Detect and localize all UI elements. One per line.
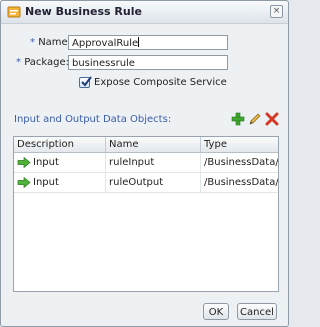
pencil-icon[interactable] — [248, 112, 262, 126]
description-cell: Input — [14, 173, 106, 192]
description-value: Input — [33, 157, 59, 168]
package-label-text: Package: — [24, 57, 70, 68]
x-icon[interactable] — [265, 112, 279, 126]
required-marker: * — [30, 37, 35, 48]
description-value: Input — [33, 177, 59, 188]
type-cell: /BusinessData/Ru — [204, 157, 278, 168]
input-arrow-icon — [17, 157, 31, 168]
cancel-button[interactable]: Cancel — [237, 303, 277, 320]
required-marker: * — [16, 57, 21, 68]
input-arrow-icon — [17, 177, 31, 188]
dialog-title: New Business Rule — [25, 5, 142, 18]
checkmark-icon — [81, 76, 92, 87]
name-input[interactable]: ApprovalRule — [68, 35, 228, 50]
dialog-titlebar[interactable]: New Business Rule × — [1, 1, 288, 24]
package-input[interactable]: businessrule — [68, 55, 228, 70]
name-input-value: ApprovalRule — [72, 38, 139, 49]
table-row[interactable]: Input ruleOutput /BusinessData/Ru — [14, 173, 278, 193]
package-input-value: businessrule — [72, 58, 135, 69]
name-label: * Name: — [30, 37, 71, 48]
ok-button[interactable]: OK — [203, 303, 229, 320]
data-objects-section-label: Input and Output Data Objects: — [14, 114, 172, 125]
data-objects-table: Description Name Type Input ruleInput /B… — [13, 136, 279, 292]
expose-composite-checkbox[interactable] — [79, 76, 92, 88]
name-cell: ruleOutput — [106, 173, 201, 192]
package-label: * Package: — [16, 57, 69, 68]
name-cell: ruleInput — [106, 153, 201, 172]
description-cell: Input — [14, 153, 106, 172]
text-cursor — [138, 37, 140, 47]
close-button[interactable]: × — [270, 5, 283, 18]
column-header-description[interactable]: Description — [14, 137, 106, 152]
column-header-type[interactable]: Type — [201, 137, 278, 152]
name-label-text: Name: — [38, 37, 72, 48]
rule-icon — [7, 5, 21, 19]
type-cell: /BusinessData/Ru — [204, 177, 278, 188]
new-business-rule-dialog: New Business Rule × * Name: ApprovalRule… — [0, 0, 289, 327]
column-header-name[interactable]: Name — [106, 137, 201, 152]
table-row[interactable]: Input ruleInput /BusinessData/Ru — [14, 153, 278, 173]
plus-icon[interactable] — [231, 112, 245, 126]
table-header: Description Name Type — [14, 137, 278, 153]
close-icon: × — [272, 6, 281, 16]
expose-composite-label: Expose Composite Service — [94, 77, 227, 88]
